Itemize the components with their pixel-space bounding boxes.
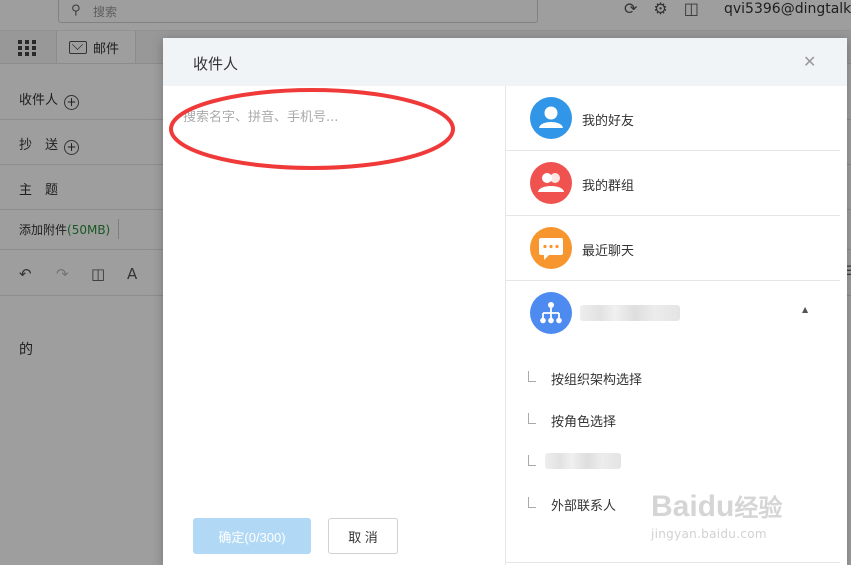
selected-pane: 确定(0/300) 取 消 bbox=[163, 86, 506, 565]
baidu-watermark: Baidu经验 jingyan.baidu.com bbox=[651, 488, 783, 542]
external-contacts-label: 外部联系人 bbox=[551, 499, 617, 514]
divider bbox=[506, 562, 840, 563]
org-structure-label: 按组织架构选择 bbox=[551, 373, 643, 388]
org-name-blurred bbox=[580, 305, 680, 321]
collapse-caret-icon[interactable]: ▲ bbox=[802, 305, 808, 314]
org-item[interactable]: ▲ bbox=[506, 281, 840, 345]
role-item[interactable]: 按角色选择 bbox=[528, 411, 828, 433]
recipient-search-input[interactable] bbox=[183, 110, 483, 125]
org-structure-item[interactable]: 按组织架构选择 bbox=[528, 369, 828, 391]
org-chart-icon bbox=[540, 302, 562, 324]
role-label: 按角色选择 bbox=[551, 415, 617, 430]
highlight-ellipse-shape bbox=[169, 88, 455, 170]
friends-label: 我的好友 bbox=[582, 114, 635, 129]
tree-branch-icon bbox=[528, 455, 536, 466]
org-icon-badge bbox=[530, 292, 572, 334]
groups-icon-badge bbox=[530, 162, 572, 204]
close-icon[interactable]: ✕ bbox=[803, 52, 816, 71]
dialog-title: 收件人 bbox=[193, 55, 239, 73]
watermark-url: jingyan.baidu.com bbox=[651, 527, 767, 541]
recent-chat-icon-badge bbox=[530, 227, 572, 269]
watermark-text: 经验 bbox=[734, 494, 783, 522]
friends-item[interactable]: 我的好友 bbox=[506, 86, 840, 151]
groups-item[interactable]: 我的群组 bbox=[506, 151, 840, 216]
tree-branch-icon bbox=[528, 497, 536, 508]
watermark-logo: Baidu bbox=[651, 490, 735, 523]
groups-label: 我的群组 bbox=[582, 179, 635, 194]
dialog-header: 收件人 ✕ bbox=[163, 38, 847, 86]
tree-branch-icon bbox=[528, 371, 536, 382]
cancel-button[interactable]: 取 消 bbox=[328, 518, 398, 554]
recent-chat-item[interactable]: 最近聊天 bbox=[506, 216, 840, 281]
recipient-dialog: 收件人 ✕ 确定(0/300) 取 消 我的好友 我的群 bbox=[163, 38, 847, 565]
chat-icon bbox=[539, 238, 563, 260]
tree-branch-icon bbox=[528, 413, 536, 424]
confirm-button[interactable]: 确定(0/300) bbox=[193, 518, 311, 554]
group-icon bbox=[538, 173, 564, 192]
highlight-ellipse bbox=[169, 88, 455, 170]
recent-chat-label: 最近聊天 bbox=[582, 244, 635, 259]
blurred-item-label bbox=[545, 453, 621, 469]
person-icon bbox=[539, 106, 563, 128]
friends-icon-badge bbox=[530, 97, 572, 139]
blurred-item[interactable] bbox=[528, 453, 828, 475]
